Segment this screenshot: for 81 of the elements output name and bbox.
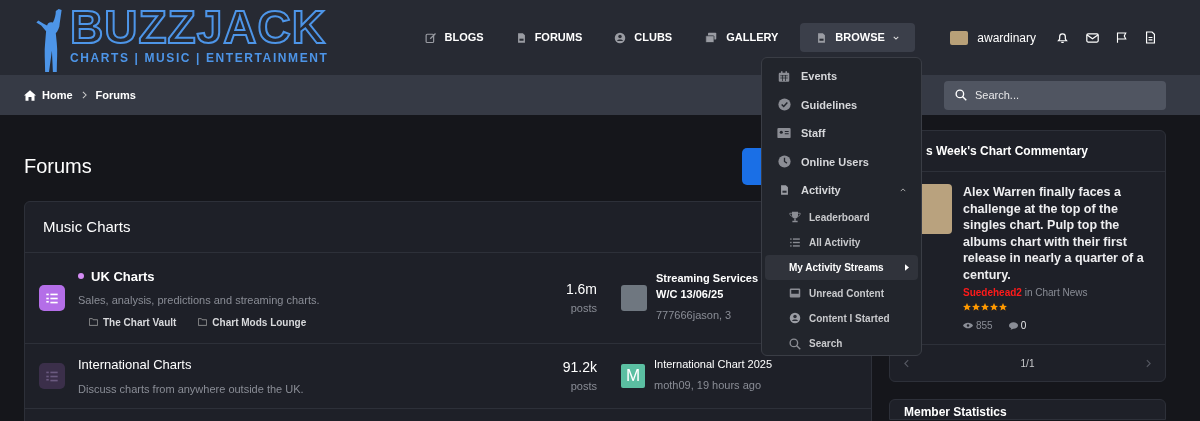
document-icon[interactable]	[1145, 31, 1156, 44]
view-count: 855	[976, 319, 993, 333]
trophy-icon	[789, 211, 801, 224]
chevron-up-icon	[900, 188, 906, 193]
photo-placeholder	[621, 285, 647, 311]
username-link[interactable]: awardinary	[977, 28, 1036, 47]
nav-tab[interactable]: BLOGS	[422, 23, 486, 52]
category-title: Music Charts	[43, 216, 131, 237]
menu-item[interactable]: Guidelines	[765, 90, 918, 119]
logo-wordmark: BUZZJACK	[70, 4, 328, 50]
document-icon	[778, 184, 790, 197]
post-count: 91.2k	[562, 358, 597, 378]
post-count-label: posts	[570, 379, 597, 395]
post-count-label: posts	[570, 301, 597, 317]
submenu-item[interactable]: Leaderboard	[765, 204, 918, 230]
nav-tab[interactable]: CLUBS	[612, 23, 675, 52]
last-post-meta: 777666jason, 3	[656, 309, 732, 321]
images-icon	[704, 31, 719, 44]
action-button[interactable]	[742, 147, 761, 185]
edit-icon	[424, 31, 437, 44]
check-circle-icon	[777, 98, 791, 112]
clock-icon	[777, 155, 791, 169]
page-title: Forums	[24, 154, 92, 179]
dancer-logo-icon	[34, 7, 64, 75]
search-icon	[955, 88, 967, 101]
flag-icon[interactable]	[1116, 31, 1128, 44]
list-icon	[789, 236, 801, 248]
bell-icon[interactable]	[1056, 31, 1069, 44]
eye-icon	[963, 322, 973, 329]
logo-tagline: CHARTS | MUSIC | ENTERTAINMENT	[70, 51, 329, 65]
forum-description: Discuss charts from anywhere outside the UK.	[78, 381, 305, 397]
document-icon	[515, 31, 527, 44]
submenu-item[interactable]: My Activity Streams	[765, 255, 918, 281]
menu-item[interactable]: Activity	[765, 176, 918, 205]
user-avatar[interactable]	[950, 30, 969, 45]
photo-placeholder	[922, 184, 952, 234]
calendar-icon	[778, 69, 790, 83]
category-text: in Chart News	[1024, 287, 1088, 298]
letter-avatar: M	[621, 364, 645, 388]
folder-icon	[198, 318, 208, 326]
author-link[interactable]: Suedehead2	[963, 287, 1022, 298]
chevron-right-icon	[81, 91, 87, 99]
speech-bubble-icon	[1008, 321, 1018, 330]
search-icon	[789, 337, 801, 350]
submenu-item[interactable]: Search	[765, 331, 918, 357]
submenu-item[interactable]: Unread Content	[765, 280, 918, 306]
post-count: 1.6m	[565, 280, 597, 300]
last-post-title[interactable]: Streaming Services W/C 13/06/25	[656, 270, 759, 302]
subforum-link[interactable]: The Chart Vault	[89, 314, 177, 330]
article-summary: Alex Warren finally faces a challenge at the top of the singles chart. Pulp top the albums chart with their first release in nearly a quarter of a century.	[963, 184, 1145, 283]
subforum-link[interactable]: Chart Mods Lounge	[198, 314, 307, 330]
caret-icon	[892, 35, 899, 40]
submenu-item[interactable]: Content I Started	[765, 305, 918, 331]
comment-count: 0	[1020, 319, 1027, 333]
forum-title[interactable]: UK Charts	[91, 266, 155, 286]
submenu-item[interactable]: All Activity	[765, 229, 918, 256]
widget-title: Member Statistics	[904, 404, 1008, 421]
caret-right-icon	[905, 264, 909, 272]
last-post-title[interactable]: International Chart 2025	[654, 356, 773, 372]
forum-title[interactable]: International Charts	[78, 355, 192, 375]
user-icon	[614, 31, 627, 44]
widget-title: s Week's Chart Commentary	[926, 143, 1089, 160]
search-field[interactable]: Search...	[944, 80, 1166, 110]
pager-text: 1/1	[1020, 356, 1035, 371]
id-card-icon	[777, 127, 791, 140]
menu-item[interactable]: Online Users	[765, 147, 918, 176]
menu-item[interactable]: Events	[765, 62, 918, 91]
menu-item[interactable]: Staff	[765, 119, 918, 148]
breadcrumb-link[interactable]: Home	[42, 86, 73, 104]
nav-tab[interactable]: GALLERY	[702, 23, 781, 52]
mail-icon[interactable]	[1086, 32, 1099, 43]
user-icon	[789, 312, 801, 325]
nav-tab[interactable]: BROWSE	[800, 23, 915, 52]
forum-description: Sales, analysis, predictions and streaming charts.	[78, 293, 321, 308]
last-post-meta: moth09, 19 hours ago	[654, 379, 762, 391]
inbox-icon	[789, 287, 801, 300]
home-icon	[24, 89, 36, 101]
document-icon	[816, 31, 828, 44]
folder-icon	[89, 318, 98, 326]
breadcrumb-link[interactable]: Forums	[95, 86, 136, 104]
nav-tab[interactable]: FORUMS	[513, 23, 585, 52]
